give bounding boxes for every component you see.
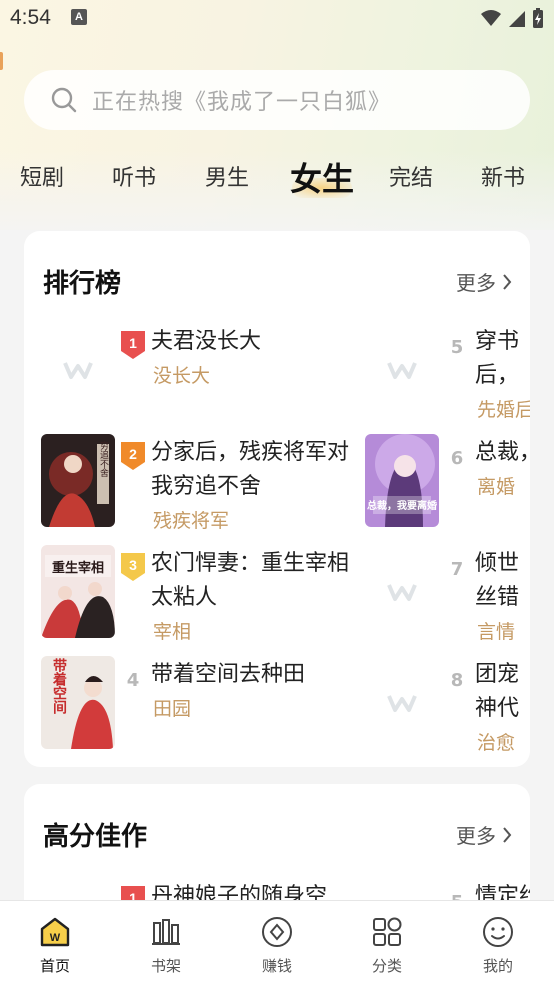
nav-label: 分类 (371, 957, 402, 975)
more-label: 更多 (456, 824, 496, 848)
book-tag: 离婚 (477, 476, 516, 498)
book-cover-placeholder (365, 545, 439, 638)
logo-placeholder-icon (387, 694, 417, 712)
rank-number: 8 (450, 670, 464, 691)
tab-male[interactable]: 男生 (205, 160, 249, 192)
search-bar[interactable]: 正在热搜《我成了一只白狐》 (24, 70, 530, 130)
ranking-book-1[interactable]: 1 夫君没长大 没长大 (41, 323, 371, 423)
wifi-icon (481, 10, 501, 26)
nav-bookshelf[interactable]: 书架 (131, 915, 201, 976)
tab-short-drama[interactable]: 短剧 (20, 160, 64, 192)
battery-icon (533, 8, 543, 28)
rank-2-badge-icon: 2 (121, 442, 145, 470)
notification-a-icon: A (71, 9, 87, 25)
book-cover-2-image: 穷追不舍 (41, 434, 115, 527)
nav-label: 书架 (150, 957, 181, 975)
book-tag: 田园 (153, 698, 192, 720)
book-title: 夫君没长大 (151, 329, 262, 354)
rank-1-badge-icon: 1 (121, 331, 145, 359)
book-title: 总裁， (475, 440, 530, 465)
book-title: 倾世丝错嫁 (475, 551, 520, 610)
book-cover-2: 穷追不舍 (41, 434, 115, 527)
nav-label: 首页 (39, 957, 70, 975)
book-cover-4: 带着空间 (41, 656, 115, 749)
book-cover-4-image: 带着空间 (41, 656, 115, 749)
earn-icon (262, 917, 292, 947)
chevron-right-icon (503, 273, 512, 290)
ranking-book-2[interactable]: 穷追不舍 2 分家后，残疾将军对我穷追不舍 残疾将军 (41, 434, 371, 534)
tab-female[interactable]: 女生 (290, 154, 354, 200)
nav-label: 我的 (482, 957, 513, 975)
edge-indicator (0, 52, 3, 70)
nav-category[interactable]: 分类 (352, 915, 422, 976)
more-label: 更多 (456, 271, 496, 295)
ranking-book-5[interactable]: 5 穿书后，爷的掌 先婚后 (365, 323, 530, 423)
signal-icon (509, 11, 525, 27)
nav-label: 赚钱 (261, 957, 292, 975)
category-icon (373, 917, 402, 946)
ranking-book-4[interactable]: 带着空间 4 带着空间去种田 田园 (41, 656, 371, 756)
chevron-right-icon (503, 826, 512, 843)
logo-placeholder-icon (63, 361, 93, 379)
category-tabs: 短剧 听书 男生 女生 完结 新书 (0, 150, 554, 200)
book-cover-placeholder (365, 656, 439, 749)
book-tag: 残疾将军 (153, 510, 230, 532)
book-cover-6-lettering: 总裁，我要离婚 (367, 499, 437, 512)
book-cover-6: 总裁，我要离婚 (365, 434, 439, 527)
tab-audiobook[interactable]: 听书 (112, 160, 156, 192)
book-title: 农门悍妻：重生宰相太粘人 (151, 551, 350, 610)
book-tag: 治愈 (477, 732, 516, 754)
profile-icon (483, 917, 513, 947)
svg-text:3: 3 (129, 557, 137, 573)
ranking-book-6[interactable]: 总裁，我要离婚 6 总裁， 离婚 (365, 434, 530, 534)
high-score-more-button[interactable]: 更多 (456, 820, 512, 849)
bookshelf-icon (152, 919, 180, 945)
ranking-title: 排行榜 (43, 269, 122, 299)
status-bar: 4:54 A (0, 0, 554, 38)
book-cover-placeholder (365, 323, 439, 416)
rank-number: 5 (450, 337, 464, 358)
bottom-navigation: W 首页 书架 赚钱 分类 我的 (0, 900, 554, 986)
rank-number: 4 (126, 670, 140, 691)
logo-placeholder-icon (387, 361, 417, 379)
nav-home[interactable]: W 首页 (20, 915, 90, 976)
book-cover-6-image: 总裁，我要离婚 (365, 434, 439, 527)
book-title: 带着空间去种田 (151, 662, 306, 687)
book-title: 穿书后，爷的掌 (475, 329, 520, 388)
logo-placeholder-icon (387, 583, 417, 601)
ranking-book-8[interactable]: 8 团宠神代 治愈 (365, 656, 530, 756)
ranking-more-button[interactable]: 更多 (456, 267, 512, 296)
high-score-title: 高分佳作 (43, 822, 148, 852)
ranking-card: 排行榜 更多 1 夫君没长大 没长大 穷追不舍 2 分家后，残疾将军对我穷追不舍… (24, 231, 530, 767)
nav-profile[interactable]: 我的 (463, 915, 533, 976)
rank-3-badge-icon: 3 (121, 553, 145, 581)
nav-earn[interactable]: 赚钱 (242, 915, 312, 976)
rank-number: 6 (450, 448, 464, 469)
search-input[interactable]: 正在热搜《我成了一只白狐》 (92, 84, 391, 116)
book-cover-3: 重生宰相 (41, 545, 115, 638)
book-tag: 没长大 (153, 365, 211, 387)
book-title: 团宠神代 (475, 662, 520, 721)
tab-new-books[interactable]: 新书 (481, 160, 525, 192)
book-tag: 先婚后 (477, 399, 530, 421)
ranking-book-7[interactable]: 7 倾世丝错嫁 言情 (365, 545, 530, 645)
status-time: 4:54 (10, 6, 51, 29)
book-cover-3-image: 重生宰相 (41, 545, 115, 638)
book-tag: 言情 (477, 621, 516, 643)
status-icons (480, 7, 544, 29)
search-icon (51, 87, 77, 113)
book-title: 分家后，残疾将军对我穷追不舍 (151, 440, 350, 499)
rank-number: 7 (450, 559, 464, 580)
svg-text:2: 2 (129, 446, 137, 462)
home-icon: W (40, 917, 70, 947)
book-tag: 宰相 (153, 621, 192, 643)
ranking-book-3[interactable]: 重生宰相 3 农门悍妻：重生宰相太粘人 宰相 (41, 545, 371, 645)
tab-completed[interactable]: 完结 (389, 160, 433, 192)
book-cover-2-lettering: 穷追不舍 (98, 440, 109, 478)
book-cover-3-lettering: 重生宰相 (52, 560, 104, 576)
svg-text:1: 1 (129, 335, 137, 351)
book-cover-placeholder (41, 323, 115, 416)
svg-text:W: W (50, 932, 61, 944)
book-cover-4-lettering: 带着空间 (51, 658, 68, 715)
